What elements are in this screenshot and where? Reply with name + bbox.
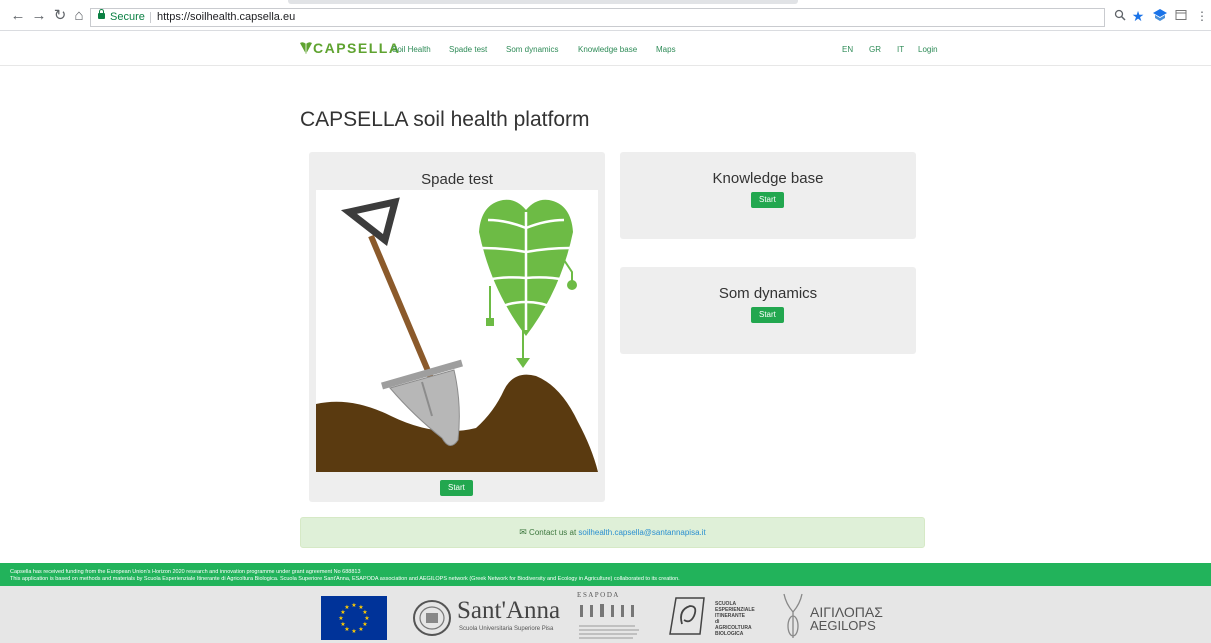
esapoda-figures-logo (580, 604, 634, 617)
envelope-icon: ✉ (519, 527, 527, 537)
santanna-subtitle: Scuola Universitaria Superiore Pisa (459, 626, 554, 632)
extension-icon[interactable] (1153, 9, 1167, 23)
spade-illustration (316, 190, 598, 472)
eu-flag-logo: ★ ★★ ★★★ ★★★ ★★★ (321, 596, 387, 640)
contact-email-link[interactable]: soilhealth.capsella@santannapisa.it (578, 528, 705, 537)
aegilops-plant-logo (783, 593, 803, 638)
reload-icon[interactable]: ↻ (52, 8, 68, 24)
knowledge-base-start-button[interactable]: Start (751, 192, 784, 208)
address-separator (150, 12, 151, 23)
contact-prefix: Contact us at (529, 528, 577, 537)
lang-en[interactable]: EN (842, 45, 853, 54)
nav-spade-test[interactable]: Spade test (449, 45, 487, 54)
lang-gr[interactable]: GR (869, 45, 881, 54)
url-text[interactable]: https://soilhealth.capsella.eu (157, 9, 295, 26)
svg-text:★: ★ (351, 628, 356, 635)
santanna-name: Sant'Anna (457, 597, 561, 624)
lock-icon (98, 9, 105, 19)
browser-toolbar: ← → ↻ ⌂ Secure https://soilhealth.capsel… (0, 0, 1211, 31)
tab-strip (288, 0, 798, 4)
nav-maps[interactable]: Maps (656, 45, 676, 54)
bookmark-star-icon[interactable]: ★ (1131, 9, 1145, 23)
santanna-seal-logo (413, 600, 451, 636)
svg-text:★: ★ (351, 602, 356, 609)
spade-test-title: Spade test (421, 171, 493, 188)
partner-logos: ★ ★ ★ ★ ★ ★ ★ ★ ★ ★ ★ ★ Sant'Anna Scuola Univers… (0, 586, 1211, 643)
page-title: CAPSELLA soil health platform (300, 108, 590, 131)
forward-icon[interactable]: → (31, 8, 47, 24)
knowledge-base-card: Knowledge base Start (620, 152, 916, 239)
esapoda-name: E S A P O D A (577, 591, 619, 599)
login-link[interactable]: Login (918, 45, 938, 54)
zoom-icon[interactable] (1113, 9, 1127, 23)
svg-text:★: ★ (344, 604, 349, 611)
address-bar[interactable]: Secure https://soilhealth.capsella.eu (90, 8, 1105, 27)
svg-text:★: ★ (340, 621, 345, 628)
site-navbar: CAPSELLA Soil Health Spade test Som dyna… (0, 31, 1211, 66)
cast-icon[interactable] (1174, 9, 1188, 23)
scuola-esperienziale-name: SCUOLA ESPERIENZIALE ITINERANTE di AGRIC… (715, 601, 765, 637)
som-dynamics-start-button[interactable]: Start (751, 307, 784, 323)
spade-test-start-button[interactable]: Start (440, 480, 473, 496)
som-dynamics-title: Som dynamics (718, 285, 818, 302)
menu-icon[interactable]: ⋮ (1195, 9, 1209, 23)
aegilops-latin-name: AEGILOPS (810, 618, 876, 633)
home-icon[interactable]: ⌂ (71, 8, 87, 24)
nav-soil-health[interactable]: Soil Health (392, 45, 431, 54)
nav-knowledge-base[interactable]: Knowledge base (578, 45, 637, 54)
scuola-esperienziale-logo (669, 597, 705, 635)
back-icon[interactable]: ← (10, 8, 26, 24)
esapoda-tagline (579, 625, 639, 639)
funding-line-1: Capsella has received funding from the E… (10, 569, 361, 575)
scuola-line-6: BIOLOGICA (715, 631, 744, 637)
svg-text:★: ★ (338, 615, 343, 622)
capsella-leaf-icon (300, 42, 312, 54)
spade-test-card: Spade test Start (309, 152, 605, 502)
funding-line-2: This application is based on methods and… (10, 576, 680, 582)
secure-label: Secure (110, 11, 145, 23)
knowledge-base-title: Knowledge base (712, 170, 824, 187)
nav-som-dynamics[interactable]: Som dynamics (506, 45, 558, 54)
funding-footer: Capsella has received funding from the E… (0, 563, 1211, 586)
brand-name: CAPSELLA (313, 40, 401, 56)
lang-it[interactable]: IT (897, 45, 904, 54)
contact-alert: ✉ Contact us at soilhealth.capsella@sant… (300, 517, 925, 548)
som-dynamics-card: Som dynamics Start (620, 267, 916, 354)
svg-text:★: ★ (358, 626, 363, 633)
